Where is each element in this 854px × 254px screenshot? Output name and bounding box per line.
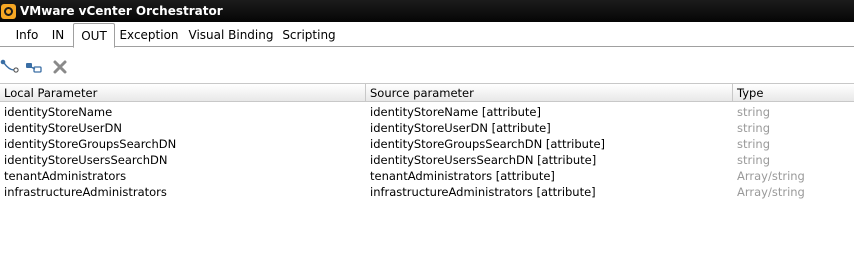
local-parameter-cell: identityStoreUsersSearchDN — [4, 153, 168, 167]
type-cell: string — [737, 153, 771, 167]
bind-attribute-icon — [26, 63, 42, 73]
local-parameter-cell: identityStoreName — [4, 105, 113, 119]
tab-bar: Info IN OUT Exception Visual Binding Scr… — [0, 22, 854, 48]
bind-parameter-button[interactable] — [0, 57, 20, 77]
type-cell: string — [737, 121, 771, 135]
type-cell: Array/string — [737, 185, 805, 199]
source-parameter-cell: tenantAdministrators [attribute] — [370, 169, 555, 183]
source-parameter-cell: identityStoreUsersSearchDN [attribute] — [370, 153, 597, 167]
source-parameter-cell: identityStoreUserDN [attribute] — [370, 121, 551, 135]
type-cell: Array/string — [737, 169, 805, 183]
table-row[interactable]: identityStoreUserDN identityStoreUserDN … — [0, 120, 854, 136]
type-cell: string — [737, 137, 771, 151]
binding-toolbar — [0, 55, 200, 79]
local-parameter-cell: identityStoreGroupsSearchDN — [4, 137, 177, 151]
tab-info[interactable]: Info — [10, 25, 44, 47]
table-row[interactable]: infrastructureAdministrators infrastruct… — [0, 184, 854, 200]
local-parameter-cell: identityStoreUserDN — [4, 121, 122, 135]
parameter-table-header: Local Parameter Source parameter Type — [0, 83, 854, 102]
table-row[interactable]: identityStoreGroupsSearchDN identityStor… — [0, 136, 854, 152]
tab-out[interactable]: OUT — [73, 23, 115, 48]
tab-in[interactable]: IN — [45, 25, 71, 47]
table-row[interactable]: identityStoreUsersSearchDN identityStore… — [0, 152, 854, 168]
bind-attribute-button[interactable] — [24, 57, 44, 77]
source-parameter-cell: infrastructureAdministrators [attribute] — [370, 185, 596, 199]
source-parameter-cell: identityStoreName [attribute] — [370, 105, 541, 119]
column-header-source-parameter[interactable]: Source parameter — [366, 84, 733, 101]
table-row[interactable]: tenantAdministrators tenantAdministrator… — [0, 168, 854, 184]
delete-icon — [53, 60, 67, 74]
window-title: VMware vCenter Orchestrator — [20, 4, 223, 18]
tab-scripting[interactable]: Scripting — [281, 25, 337, 47]
tab-exception[interactable]: Exception — [117, 25, 181, 47]
delete-button[interactable] — [50, 57, 70, 77]
local-parameter-cell: infrastructureAdministrators — [4, 185, 167, 199]
vmware-logo-icon — [1, 3, 16, 19]
local-parameter-cell: tenantAdministrators — [4, 169, 127, 183]
tab-visual-binding[interactable]: Visual Binding — [186, 25, 276, 47]
window-titlebar: VMware vCenter Orchestrator — [0, 0, 854, 22]
type-cell: string — [737, 105, 771, 119]
source-parameter-cell: identityStoreGroupsSearchDN [attribute] — [370, 137, 606, 151]
table-row[interactable]: identityStoreName identityStoreName [att… — [0, 104, 854, 120]
bind-parameter-icon — [0, 59, 19, 73]
column-header-local-parameter[interactable]: Local Parameter — [0, 84, 366, 101]
column-header-type[interactable]: Type — [733, 84, 854, 101]
